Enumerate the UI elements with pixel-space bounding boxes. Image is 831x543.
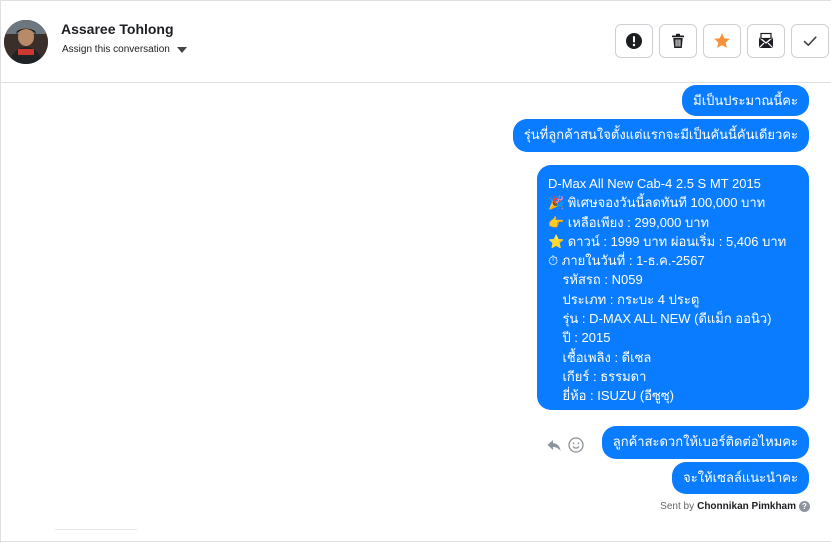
sent-by-agent[interactable]: Chonnikan Pimkham [697,501,796,512]
message-bubble[interactable]: จะให้เซลล์แนะนำคะ [672,462,809,494]
composer-divider [1,541,831,542]
sent-by-info: Sent by Chonnikan Pimkham ? [660,501,810,512]
mark-spam-button[interactable] [615,24,653,58]
mark-done-button[interactable] [791,24,829,58]
exclamation-circle-icon [626,33,642,49]
star-button[interactable] [703,24,741,58]
message-quick-actions [546,437,584,453]
reply-icon[interactable] [546,437,562,453]
caret-down-icon [176,47,187,53]
envelope-icon [759,32,773,48]
message-bubble[interactable]: มีเป็นประมาณนี้คะ [682,85,809,116]
delete-button[interactable] [659,24,697,58]
avatar-photo [4,20,48,64]
trash-icon [672,33,684,48]
message-thread: มีเป็นประมาณนี้คะ รุ่นที่ลูกค้าสนใจตั้งแ… [1,83,831,543]
assign-label: Assign this conversation [62,44,170,55]
conversation-panel: Assaree Tohlong Assign this conversation [0,0,831,543]
message-bubble[interactable]: รุ่นที่ลูกค้าสนใจตั้งแต่แรกจะมีเป็นคันนี… [512,119,809,152]
conversation-actions [615,24,829,58]
checkmark-icon [803,36,817,46]
avatar[interactable] [4,20,48,64]
smiley-reaction-icon[interactable] [568,437,584,453]
message-bubble[interactable]: ลูกค้าสะดวกให้เบอร์ติดต่อไหมคะ [601,426,809,459]
sent-by-prefix: Sent by [660,501,695,512]
message-bubble-car-details[interactable]: D-Max All New Cab-4 2.5 S MT 2015 🎉 พิเศ… [537,165,809,410]
help-icon[interactable]: ? [799,501,810,512]
mark-unread-button[interactable] [747,24,785,58]
contact-name: Assaree Tohlong [61,21,174,37]
composer-tab-indicator [55,529,137,530]
assign-conversation-dropdown[interactable]: Assign this conversation [62,44,187,55]
star-icon [714,33,730,48]
conversation-header: Assaree Tohlong Assign this conversation [1,1,831,83]
